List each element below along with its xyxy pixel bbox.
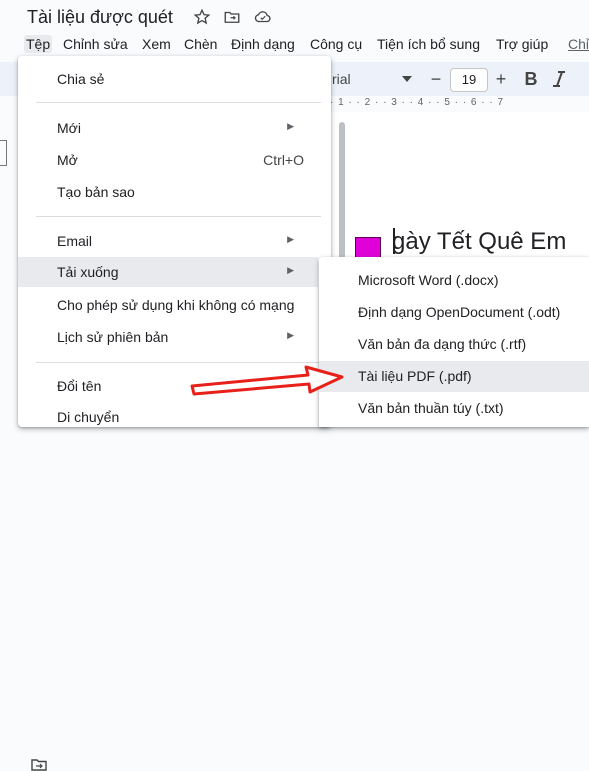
chevron-down-icon[interactable] — [402, 75, 412, 83]
file-menu-item-label: Chia sẻ — [57, 71, 105, 87]
download-odt[interactable]: Định dạng OpenDocument (.odt) — [319, 297, 589, 328]
file-menu-item-label: Mới — [57, 120, 81, 136]
file-menu-item-version-history[interactable]: Lịch sử phiên bản ▶ — [18, 322, 318, 352]
download-docx[interactable]: Microsoft Word (.docx) — [319, 265, 589, 296]
menu-last-edit[interactable]: Chỉ — [566, 35, 589, 53]
submenu-arrow-icon: ▶ — [287, 330, 294, 340]
font-size-decrease-button[interactable]: − — [424, 67, 448, 91]
download-submenu: Microsoft Word (.docx) Định dạng OpenDoc… — [319, 257, 589, 427]
menu-view[interactable]: Xem — [140, 35, 173, 53]
menu-divider — [36, 102, 321, 103]
submenu-arrow-icon: ▶ — [287, 265, 294, 275]
file-menu-item-offline[interactable]: Cho phép sử dụng khi không có mạng — [18, 290, 318, 320]
file-menu-item-label: Đổi tên — [57, 378, 102, 394]
bold-button[interactable]: B — [519, 67, 543, 91]
menu-edit[interactable]: Chỉnh sửa — [61, 35, 130, 53]
left-panel-edge — [0, 140, 7, 166]
text-cursor — [393, 228, 395, 254]
file-menu-item-new[interactable]: Mới ▶ — [18, 113, 318, 143]
file-menu-item-label: Tải xuống — [57, 264, 119, 280]
cloud-saved-icon[interactable] — [254, 8, 272, 26]
shortcut-label: Ctrl+O — [263, 152, 304, 168]
submenu-arrow-icon: ▶ — [287, 121, 294, 131]
file-menu-item-move[interactable]: Di chuyển — [18, 402, 318, 771]
star-icon[interactable] — [193, 8, 211, 26]
download-rtf[interactable]: Văn bản đa dạng thức (.rtf) — [319, 329, 589, 360]
file-menu-item-open[interactable]: Mở Ctrl+O — [18, 145, 318, 175]
file-menu-item-label: Email — [57, 233, 93, 249]
file-menu-item-share[interactable]: Chia sẻ — [18, 64, 318, 94]
font-size-input[interactable]: 19 — [450, 68, 488, 92]
download-option-label: Định dạng OpenDocument (.odt) — [358, 304, 561, 320]
submenu-arrow-icon: ▶ — [287, 234, 294, 244]
menu-format[interactable]: Định dạng — [229, 35, 297, 53]
heading-marker — [355, 237, 381, 259]
file-menu-item-download[interactable]: Tải xuống ▶ — [18, 257, 318, 287]
download-option-label: Tài liệu PDF (.pdf) — [358, 368, 472, 384]
italic-icon[interactable] — [548, 67, 570, 91]
ruler-ticks: · 1 · · 2 · · 3 · · 4 · · 5 · · 6 · · 7 — [330, 97, 505, 108]
menu-help[interactable]: Trợ giúp — [494, 35, 550, 53]
file-menu-item-email[interactable]: Email ▶ — [18, 226, 318, 256]
menu-insert[interactable]: Chèn — [182, 35, 219, 53]
title-bar: Tài liệu được quét — [0, 0, 589, 34]
document-heading[interactable]: gày Tết Quê Em — [392, 228, 566, 256]
file-menu-item-label: Tạo bản sao — [57, 184, 135, 200]
move-folder-icon[interactable] — [223, 8, 241, 26]
annotation-arrow-icon — [190, 365, 344, 396]
menu-bar: Tệp Chỉnh sửa Xem Chèn Định dạng Công cụ… — [0, 32, 589, 56]
file-menu-item-label: Mở — [57, 152, 78, 168]
menu-file[interactable]: Tệp — [24, 35, 53, 53]
file-menu-item-make-copy[interactable]: Tạo bản sao — [18, 177, 318, 207]
font-size-increase-button[interactable]: + — [489, 67, 513, 91]
menu-addons[interactable]: Tiện ích bổ sung — [375, 35, 482, 53]
menu-divider — [36, 216, 321, 217]
download-option-label: Microsoft Word (.docx) — [358, 272, 499, 288]
download-option-label: Văn bản thuần túy (.txt) — [358, 400, 504, 416]
file-menu-item-label: Lịch sử phiên bản — [57, 329, 169, 345]
menu-tools[interactable]: Công cụ — [308, 35, 364, 53]
ruler: · 1 · · 2 · · 3 · · 4 · · 5 · · 6 · · 7 — [330, 97, 589, 111]
download-pdf[interactable]: Tài liệu PDF (.pdf) — [319, 361, 589, 392]
file-menu-item-label: Cho phép sử dụng khi không có mạng — [57, 297, 295, 313]
document-title[interactable]: Tài liệu được quét — [27, 7, 173, 28]
download-txt[interactable]: Văn bản thuần túy (.txt) — [319, 393, 589, 424]
font-family-select[interactable]: rial — [332, 71, 351, 87]
file-menu-item-label: Di chuyển — [57, 409, 120, 425]
download-option-label: Văn bản đa dạng thức (.rtf) — [358, 336, 527, 352]
move-folder-icon — [31, 759, 47, 771]
